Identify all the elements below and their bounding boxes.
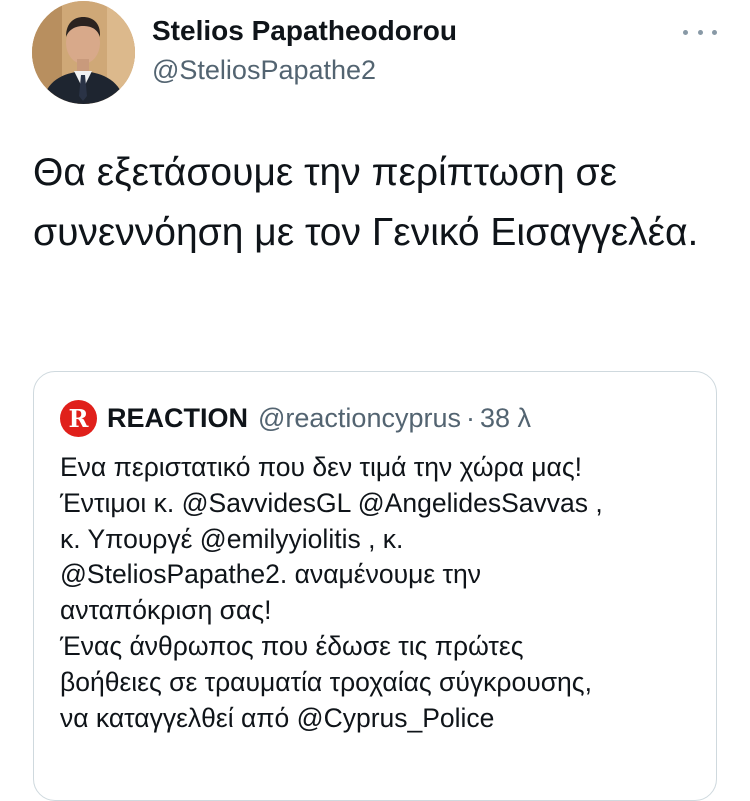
quoted-text-line: Ενα περιστατικό που δεν τιμά την χώρα μα… [60, 452, 582, 482]
quoted-text-line: βοήθειες σε τραυματία τροχαίας σύγκρουση… [60, 666, 592, 697]
quoted-tweet-text: Ενα περιστατικό που δεν τιμά την χώρα μα… [60, 450, 710, 736]
author-handle[interactable]: @SteliosPapathe2 [152, 55, 376, 86]
reaction-logo-icon[interactable]: R [60, 399, 97, 437]
tweet-text: Θα εξετάσουμε την περίπτωση σε συνεννόησ… [33, 151, 699, 254]
quoted-tweet-header: R REACTION @reactioncyprus · 38 λ [60, 399, 531, 437]
logo-letter: R [68, 403, 89, 433]
avatar[interactable] [32, 1, 135, 104]
quoted-author-handle[interactable]: @reactioncyprus [258, 403, 461, 434]
quoted-text-line: ανταπόκριση σας! [60, 595, 272, 626]
quoted-text-line: Ένας άνθρωπος που έδωσε τις πρώτες [60, 630, 524, 661]
quoted-text-line: κ. Υπουργέ @emilyyiolitis , κ. [60, 523, 404, 554]
quoted-text-line: να καταγγελθεί από @Cyprus_Police [60, 702, 495, 733]
more-dot [683, 29, 688, 35]
more-dot [697, 29, 703, 35]
avatar-photo [32, 1, 135, 104]
quoted-timestamp[interactable]: 38 λ [480, 403, 531, 434]
quoted-tweet-card[interactable]: R REACTION @reactioncyprus · 38 λ Ενα πε… [33, 371, 717, 801]
separator-dot: · [466, 402, 475, 433]
more-horizontal-icon[interactable] [683, 20, 717, 44]
quoted-text-line: @SteliosPapathe2. αναμένουμε την [60, 559, 481, 590]
more-dot [712, 29, 717, 35]
author-name[interactable]: Stelios Papatheodorou [152, 15, 457, 47]
quoted-author-name[interactable]: REACTION [107, 403, 248, 434]
quoted-text-line: Έντιμοι κ. @SavvidesGL @AngelidesSavvas … [60, 487, 603, 518]
